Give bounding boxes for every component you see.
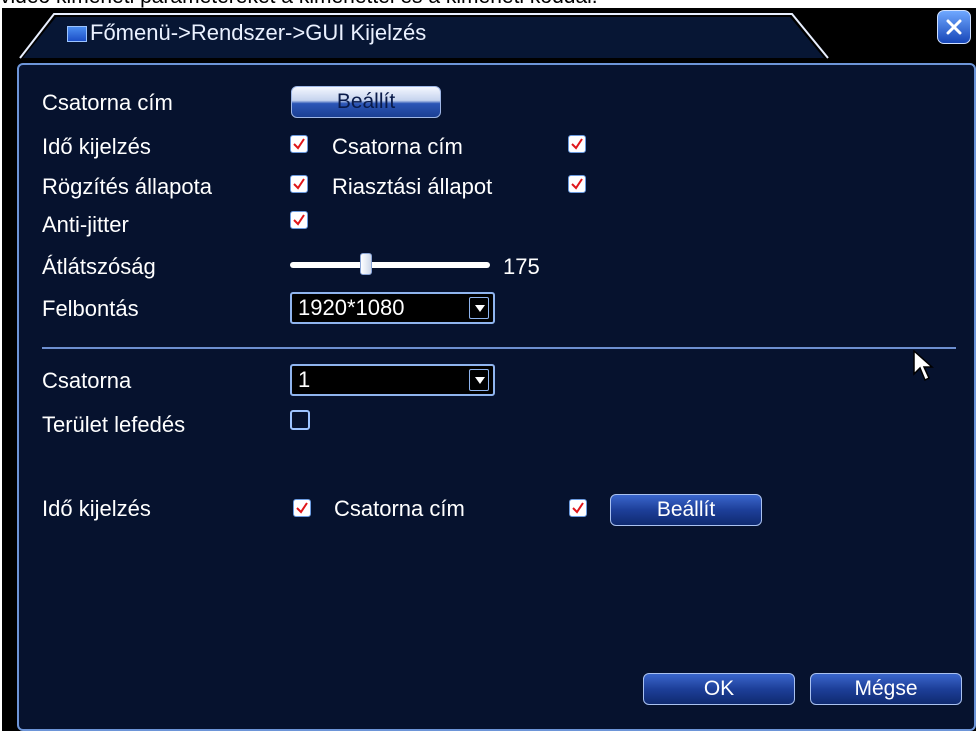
check-icon [296, 502, 308, 514]
channel-title-label-2: Csatorna cím [334, 496, 465, 521]
channel-value: 1 [298, 367, 311, 392]
channel-title-checkbox[interactable] [568, 135, 586, 153]
cancel-button[interactable]: Mégse [810, 673, 962, 705]
check-icon [571, 138, 583, 150]
time-display-checkbox-2[interactable] [293, 499, 311, 517]
area-cover-label: Terület lefedés [42, 412, 186, 437]
channel-title-label: Csatorna cím [42, 90, 173, 115]
title-bar: Főmenü->Rendszer->GUI Kijelzés [2, 8, 976, 60]
close-button[interactable] [937, 10, 971, 44]
channel-title-checkbox-2[interactable] [569, 499, 587, 517]
resolution-label: Felbontás [42, 296, 139, 321]
time-display-checkbox[interactable] [290, 135, 308, 153]
alarm-state-label: Riasztási állapot [332, 174, 493, 199]
transparency-slider-track[interactable] [290, 262, 490, 268]
check-icon [572, 502, 584, 514]
settings-panel [17, 63, 976, 731]
close-icon [946, 19, 962, 35]
time-display-label: Idő kijelzés [42, 134, 151, 159]
transparency-label: Átlátszóság [42, 254, 156, 279]
check-icon [293, 178, 305, 190]
check-icon [293, 214, 305, 226]
window-title: Főmenü->Rendszer->GUI Kijelzés [90, 20, 427, 45]
chevron-down-icon [475, 305, 485, 312]
channel-title-check-label: Csatorna cím [332, 134, 463, 159]
record-state-checkbox[interactable] [290, 175, 308, 193]
section-divider [42, 347, 956, 349]
channel-select[interactable]: 1 [290, 364, 495, 396]
time-display-label-2: Idő kijelzés [42, 496, 151, 521]
record-state-label: Rögzítés állapota [42, 174, 212, 199]
channel-set-button[interactable]: Beállít [610, 494, 762, 526]
channel-label: Csatorna [42, 368, 132, 393]
transparency-value: 175 [503, 254, 540, 279]
check-icon [293, 138, 305, 150]
dropdown-arrow[interactable] [469, 297, 489, 319]
resolution-value: 1920*1080 [298, 295, 405, 320]
area-cover-checkbox[interactable] [290, 410, 310, 430]
transparency-slider-thumb[interactable] [360, 253, 372, 275]
ok-button[interactable]: OK [643, 673, 795, 705]
dropdown-arrow[interactable] [469, 369, 489, 391]
anti-jitter-checkbox[interactable] [290, 211, 308, 229]
chevron-down-icon [475, 377, 485, 384]
page-caption: videó kimeneti paramétereket a kimenette… [0, 0, 978, 8]
anti-jitter-label: Anti-jitter [42, 212, 129, 237]
resolution-select[interactable]: 1920*1080 [290, 292, 495, 324]
channel-title-set-button[interactable]: Beállít [291, 86, 441, 118]
check-icon [571, 178, 583, 190]
window-icon [67, 26, 87, 42]
alarm-state-checkbox[interactable] [568, 175, 586, 193]
mouse-cursor-icon [913, 350, 934, 382]
